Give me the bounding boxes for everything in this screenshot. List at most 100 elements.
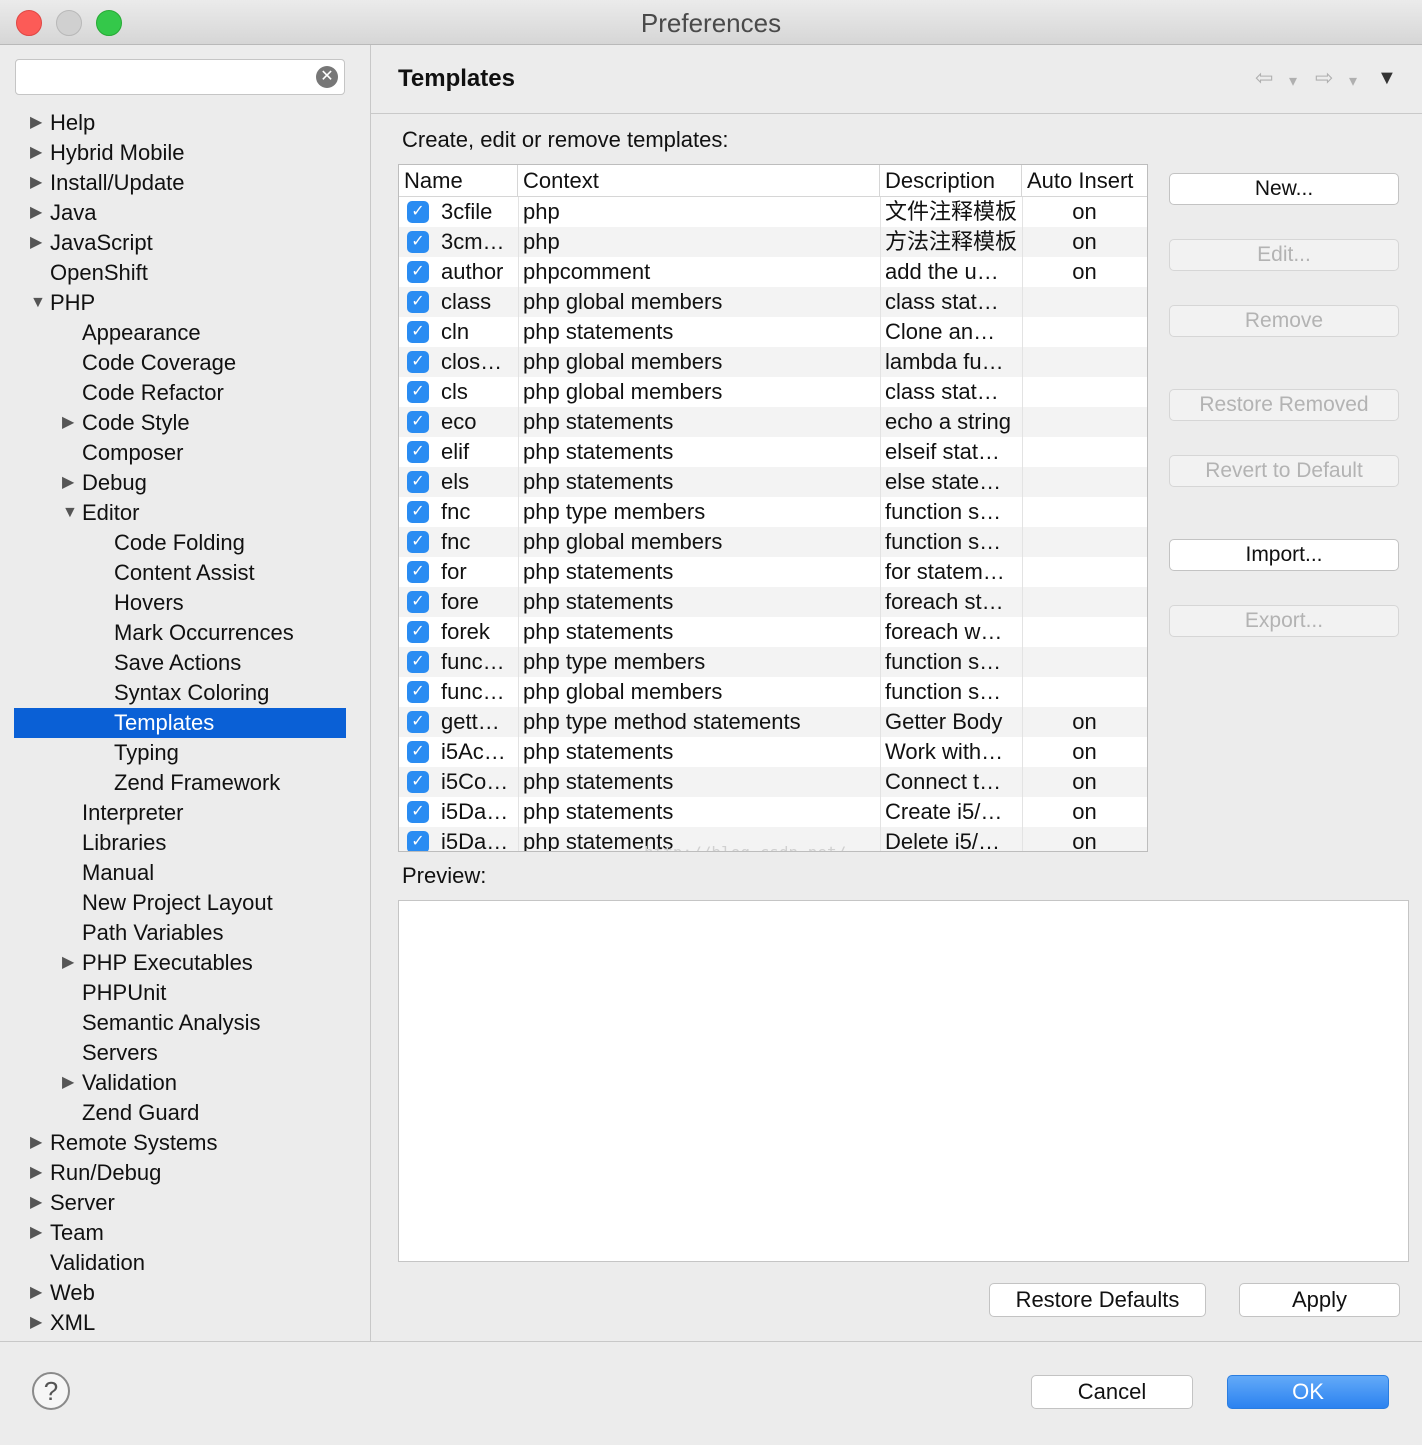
enabled-checkbox[interactable]: ✓ xyxy=(407,441,429,463)
enabled-checkbox[interactable]: ✓ xyxy=(407,291,429,313)
template-preview[interactable] xyxy=(398,900,1409,1262)
collapsed-arrow-icon[interactable]: ▶ xyxy=(30,168,42,198)
table-row[interactable]: ✓ elif php statements elseif stat… xyxy=(399,437,1147,467)
enabled-checkbox[interactable]: ✓ xyxy=(407,471,429,493)
enabled-checkbox[interactable]: ✓ xyxy=(407,801,429,823)
collapsed-arrow-icon[interactable]: ▶ xyxy=(30,198,42,228)
collapsed-arrow-icon[interactable]: ▶ xyxy=(62,468,74,498)
collapsed-arrow-icon[interactable]: ▶ xyxy=(30,1218,42,1248)
table-row[interactable]: ✓ i5Co… php statements Connect t… on xyxy=(399,767,1147,797)
enabled-checkbox[interactable]: ✓ xyxy=(407,771,429,793)
table-row[interactable]: ✓ forek php statements foreach w… xyxy=(399,617,1147,647)
column-header-auto-insert[interactable]: Auto Insert xyxy=(1022,165,1147,197)
forward-arrow-icon[interactable]: ⇨ xyxy=(1315,65,1333,91)
view-menu-icon[interactable]: ▼ xyxy=(1377,67,1397,90)
tree-item-path-variables[interactable]: Path Variables xyxy=(14,918,346,948)
templates-table[interactable]: Name Context Description Auto Insert ✓ 3c… xyxy=(398,164,1148,852)
clear-search-icon[interactable]: ✕ xyxy=(316,66,338,88)
tree-item-semantic-analysis[interactable]: Semantic Analysis xyxy=(14,1008,346,1038)
collapsed-arrow-icon[interactable]: ▶ xyxy=(30,138,42,168)
table-row[interactable]: ✓ fnc php type members function s… xyxy=(399,497,1147,527)
cancel-button[interactable]: Cancel xyxy=(1031,1375,1193,1409)
enabled-checkbox[interactable]: ✓ xyxy=(407,681,429,703)
table-row[interactable]: ✓ cls php global members class stat… xyxy=(399,377,1147,407)
tree-item-install-update[interactable]: ▶ Install/Update xyxy=(14,168,346,198)
tree-item-validation[interactable]: ▶ Validation xyxy=(14,1068,346,1098)
table-row[interactable]: ✓ class php global members class stat… xyxy=(399,287,1147,317)
tree-item-code-style[interactable]: ▶ Code Style xyxy=(14,408,346,438)
tree-item-run-debug[interactable]: ▶ Run/Debug xyxy=(14,1158,346,1188)
expanded-arrow-icon[interactable]: ▼ xyxy=(30,288,46,318)
collapsed-arrow-icon[interactable]: ▶ xyxy=(30,228,42,258)
tree-item-debug[interactable]: ▶ Debug xyxy=(14,468,346,498)
tree-item-composer[interactable]: Composer xyxy=(14,438,346,468)
tree-item-manual[interactable]: Manual xyxy=(14,858,346,888)
tree-item-team[interactable]: ▶ Team xyxy=(14,1218,346,1248)
tree-item-new-project-layout[interactable]: New Project Layout xyxy=(14,888,346,918)
enabled-checkbox[interactable]: ✓ xyxy=(407,231,429,253)
table-row[interactable]: ✓ author phpcomment add the u… on xyxy=(399,257,1147,287)
enabled-checkbox[interactable]: ✓ xyxy=(407,831,429,851)
tree-item-content-assist[interactable]: Content Assist xyxy=(14,558,346,588)
filter-input[interactable]: ✕ xyxy=(15,59,345,95)
table-row[interactable]: ✓ func… php global members function s… xyxy=(399,677,1147,707)
restore-removed-button[interactable]: Restore Removed xyxy=(1169,389,1399,421)
table-row[interactable]: ✓ fore php statements foreach st… xyxy=(399,587,1147,617)
tree-item-typing[interactable]: Typing xyxy=(14,738,346,768)
enabled-checkbox[interactable]: ✓ xyxy=(407,531,429,553)
tree-item-openshift[interactable]: OpenShift xyxy=(14,258,346,288)
back-dropdown-icon[interactable]: ▾ xyxy=(1289,71,1297,91)
table-row[interactable]: ✓ gett… php type method statements Getter B… xyxy=(399,707,1147,737)
tree-item-editor[interactable]: ▼ Editor xyxy=(14,498,346,528)
collapsed-arrow-icon[interactable]: ▶ xyxy=(30,1128,42,1158)
enabled-checkbox[interactable]: ✓ xyxy=(407,621,429,643)
tree-item-server[interactable]: ▶ Server xyxy=(14,1188,346,1218)
enabled-checkbox[interactable]: ✓ xyxy=(407,321,429,343)
enabled-checkbox[interactable]: ✓ xyxy=(407,711,429,733)
apply-button[interactable]: Apply xyxy=(1239,1283,1400,1317)
collapsed-arrow-icon[interactable]: ▶ xyxy=(30,1188,42,1218)
remove-template-button[interactable]: Remove xyxy=(1169,305,1399,337)
enabled-checkbox[interactable]: ✓ xyxy=(407,651,429,673)
table-row[interactable]: ✓ func… php type members function s… xyxy=(399,647,1147,677)
table-row[interactable]: ✓ 3cfile php 文件注释模板 on xyxy=(399,197,1147,227)
tree-item-save-actions[interactable]: Save Actions xyxy=(14,648,346,678)
tree-item-php-executables[interactable]: ▶ PHP Executables xyxy=(14,948,346,978)
tree-item-hybrid-mobile[interactable]: ▶ Hybrid Mobile xyxy=(14,138,346,168)
tree-item-java[interactable]: ▶ Java xyxy=(14,198,346,228)
table-row[interactable]: ✓ eco php statements echo a string xyxy=(399,407,1147,437)
collapsed-arrow-icon[interactable]: ▶ xyxy=(30,1158,42,1188)
enabled-checkbox[interactable]: ✓ xyxy=(407,591,429,613)
back-arrow-icon[interactable]: ⇦ xyxy=(1255,65,1273,91)
tree-item-xml[interactable]: ▶ XML xyxy=(14,1308,346,1338)
tree-item-remote-systems[interactable]: ▶ Remote Systems xyxy=(14,1128,346,1158)
tree-item-help[interactable]: ▶ Help xyxy=(14,108,346,138)
tree-item-php[interactable]: ▼ PHP xyxy=(14,288,346,318)
help-icon[interactable]: ? xyxy=(32,1372,70,1410)
import-button[interactable]: Import... xyxy=(1169,539,1399,571)
table-row[interactable]: ✓ i5Da… php statements Create i5/… on xyxy=(399,797,1147,827)
table-row[interactable]: ✓ i5Ac… php statements Work with… on xyxy=(399,737,1147,767)
table-row[interactable]: ✓ 3cm… php 方法注释模板 on xyxy=(399,227,1147,257)
tree-item-phpunit[interactable]: PHPUnit xyxy=(14,978,346,1008)
table-row[interactable]: ✓ for php statements for statem… xyxy=(399,557,1147,587)
export-button[interactable]: Export... xyxy=(1169,605,1399,637)
enabled-checkbox[interactable]: ✓ xyxy=(407,261,429,283)
tree-item-code-coverage[interactable]: Code Coverage xyxy=(14,348,346,378)
edit-template-button[interactable]: Edit... xyxy=(1169,239,1399,271)
tree-item-code-refactor[interactable]: Code Refactor xyxy=(14,378,346,408)
enabled-checkbox[interactable]: ✓ xyxy=(407,561,429,583)
tree-item-code-folding[interactable]: Code Folding xyxy=(14,528,346,558)
collapsed-arrow-icon[interactable]: ▶ xyxy=(30,108,42,138)
column-header-context[interactable]: Context xyxy=(518,165,880,197)
tree-item-syntax-coloring[interactable]: Syntax Coloring xyxy=(14,678,346,708)
tree-item-hovers[interactable]: Hovers xyxy=(14,588,346,618)
enabled-checkbox[interactable]: ✓ xyxy=(407,381,429,403)
revert-to-default-button[interactable]: Revert to Default xyxy=(1169,455,1399,487)
new-template-button[interactable]: New... xyxy=(1169,173,1399,205)
tree-item-validation[interactable]: Validation xyxy=(14,1248,346,1278)
collapsed-arrow-icon[interactable]: ▶ xyxy=(62,408,74,438)
table-row[interactable]: ✓ clos… php global members lambda fu… xyxy=(399,347,1147,377)
collapsed-arrow-icon[interactable]: ▶ xyxy=(62,1068,74,1098)
enabled-checkbox[interactable]: ✓ xyxy=(407,411,429,433)
